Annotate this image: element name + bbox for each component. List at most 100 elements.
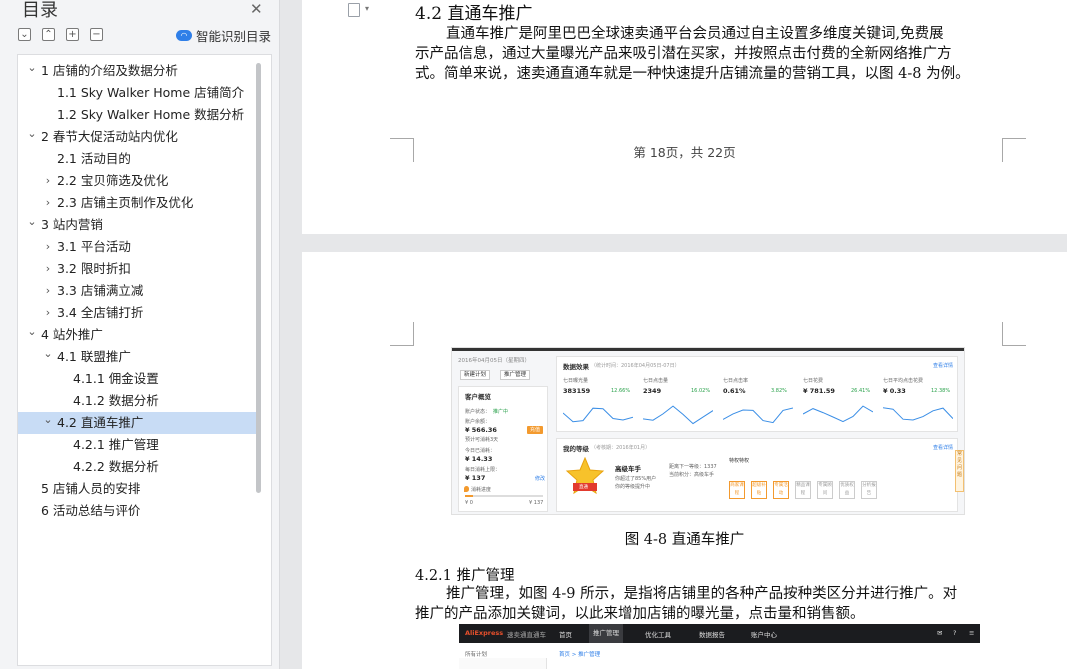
toc-item[interactable]: ⌄ 3 站内营销	[18, 214, 258, 236]
toc-item-label: 4.2.1 推广管理	[73, 437, 159, 452]
chevron-down-icon[interactable]: ⌄	[26, 211, 38, 233]
toc-item[interactable]: 2.1 活动目的	[18, 148, 258, 170]
balance-label: 账户余额：	[465, 419, 491, 425]
toc-item[interactable]: ⌄ 4.1 联盟推广	[18, 346, 258, 368]
bell-icon: ✉	[937, 629, 943, 637]
metric-label: 七日曝光量	[563, 378, 589, 384]
toc-item[interactable]: › 3.4 全店铺打折	[18, 302, 258, 324]
chevron-right-icon[interactable]: ›	[42, 258, 54, 280]
page-18: ▾ 4.2 直通车推广 直通车推广是阿里巴巴全球速卖通平台会员通过自主设置多维度…	[302, 0, 1067, 234]
metric-value: ¥ 781.59	[803, 387, 835, 395]
faq-side-tab: 常见问题	[955, 450, 964, 492]
grade-note: （考核期：2016年01月）	[591, 445, 651, 451]
chevron-right-icon[interactable]: ›	[42, 280, 54, 302]
toc-list: ⌄ 1 店铺的介绍及数据分析 1.1 Sky Walker Home 店铺简介 1.2…	[18, 60, 258, 522]
edit-link: 修改	[535, 476, 546, 482]
limit-max: ¥ 137	[529, 500, 544, 506]
chevron-down-icon[interactable]: ⌄	[42, 409, 54, 431]
metric-change: 12.38%	[931, 388, 951, 394]
metric-change: 12.66%	[611, 388, 631, 394]
help-icon: ?	[953, 629, 957, 637]
balance-value: ¥ 566.36	[465, 426, 497, 434]
toc-item-label: 2.2 宝贝筛选及优化	[57, 173, 169, 188]
toc-item[interactable]: 6 活动总结与评价	[18, 500, 258, 522]
side-label: 所有计划	[465, 652, 488, 658]
metric-value: 383159	[563, 387, 591, 395]
data-effect-card: 数据效果 （统计时间：2016年04月05日-07日） 查看详情 七日曝光量 38…	[556, 356, 958, 432]
toc-item[interactable]: 1.2 Sky Walker Home 数据分析	[18, 104, 258, 126]
chevron-down-icon[interactable]: ⌄	[42, 343, 54, 365]
add-heading-icon[interactable]: +	[66, 28, 79, 41]
nav-item: 数据报告	[699, 631, 725, 639]
toc-item-label: 5 店铺人员的安排	[41, 481, 141, 496]
dropdown-arrow-icon[interactable]: ▾	[365, 4, 369, 13]
balance-note: 预计可消耗3天	[465, 437, 499, 443]
data-note: （统计时间：2016年04月05日-07日）	[591, 363, 680, 369]
crop-mark	[1002, 322, 1026, 346]
limit-progress-track	[465, 495, 543, 497]
toc-item[interactable]: › 3.3 店铺满立减	[18, 280, 258, 302]
toc-item[interactable]: ⌄ 4 站外推广	[18, 324, 258, 346]
limit-progress-label: 消耗进度	[471, 487, 492, 493]
status-label: 账户状态：	[465, 409, 491, 415]
document-area: ▾ 4.2 直通车推广 直通车推广是阿里巴巴全球速卖通平台会员通过自主设置多维度…	[281, 0, 1067, 669]
remove-heading-icon[interactable]: −	[90, 28, 103, 41]
toc-item[interactable]: ⌄ 4.2 直通车推广	[18, 412, 258, 434]
grade-badge-text: 直通	[579, 485, 588, 490]
menu-icon: ≡	[969, 629, 975, 637]
chevron-down-icon[interactable]: ⌄	[26, 123, 38, 145]
nav-item: 优化工具	[645, 631, 671, 639]
chevron-down-icon[interactable]: ⌄	[26, 57, 38, 79]
breadcrumb: 首页 > 推广管理	[559, 652, 601, 658]
toc-item[interactable]: › 3.2 限时折扣	[18, 258, 258, 280]
privilege-badge: 精品课程	[795, 481, 811, 499]
sparkline	[643, 405, 713, 425]
sparkline	[723, 407, 793, 424]
account-column: 2016年04月05日（星期四） 新建计划 推广管理 客户概览 账户状态： 推广…	[458, 356, 548, 512]
today-cost-value: ¥ 14.33	[465, 455, 493, 463]
toc-item-label: 2.3 店铺主页制作及优化	[57, 195, 194, 210]
collapse-all-icon[interactable]: ⌄	[18, 28, 31, 41]
document-icon[interactable]	[348, 3, 360, 17]
toc-item[interactable]: 5 店铺人员的安排	[18, 478, 258, 500]
chevron-right-icon[interactable]: ›	[42, 192, 54, 214]
privilege-label: 特权特权	[729, 458, 750, 464]
toc-item[interactable]: 4.1.1 佣金设置	[18, 368, 258, 390]
chevron-right-icon[interactable]: ›	[42, 302, 54, 324]
toc-item[interactable]: ⌄ 1 店铺的介绍及数据分析	[18, 60, 258, 82]
toc-item[interactable]: › 2.3 店铺主页制作及优化	[18, 192, 258, 214]
privilege-badge: 专属活动	[773, 481, 789, 499]
limit-progress-fill	[465, 495, 473, 497]
metric-change: 26.41%	[851, 388, 871, 394]
toc-item[interactable]: ⌄ 2 春节大促活动站内优化	[18, 126, 258, 148]
toc-item[interactable]: 4.2.2 数据分析	[18, 456, 258, 478]
toc-item-label: 4.2.2 数据分析	[73, 459, 159, 474]
toc-item[interactable]: › 3.1 平台活动	[18, 236, 258, 258]
location-pin-icon	[464, 486, 469, 492]
toc-item[interactable]: 1.1 Sky Walker Home 店铺简介	[18, 82, 258, 104]
smart-toc-button[interactable]: ◠ 智能识别目录	[176, 26, 271, 45]
grade-name: 高级车手	[615, 465, 641, 473]
toc-item-label: 1.1 Sky Walker Home 店铺简介	[57, 85, 245, 100]
privilege-badge: 分析报告	[861, 481, 877, 499]
toc-item[interactable]: 4.1.2 数据分析	[18, 390, 258, 412]
privilege-badge: 优质权益	[839, 481, 855, 499]
metric-change: 16.02%	[691, 388, 711, 394]
figure-nav-bar: AliExpress 速卖通直通车 首页 推广管理 优化工具 数据报告 账户中心…	[459, 624, 980, 643]
expand-all-icon[interactable]: ⌃	[42, 28, 55, 41]
toc-item[interactable]: 4.2.1 推广管理	[18, 434, 258, 456]
chevron-down-icon[interactable]: ⌄	[26, 321, 38, 343]
metric-label: 七日点击率	[723, 378, 749, 384]
paragraph-line: 式。简单来说，速卖通直通车就是一种快速提升店铺流量的营销工具，以图 4-8 为例…	[415, 66, 970, 82]
chevron-right-icon[interactable]: ›	[42, 170, 54, 192]
toc-item[interactable]: › 2.2 宝贝筛选及优化	[18, 170, 258, 192]
toc-item-label: 4.1.2 数据分析	[73, 393, 159, 408]
side-panel	[459, 658, 547, 669]
chevron-right-icon[interactable]: ›	[42, 236, 54, 258]
grade-card: 我的等级 （考核期：2016年01月） 查看详情 直通 高级车手 你超过了85%…	[556, 438, 958, 512]
page-counter: 第 18页，共 22页	[633, 145, 736, 160]
toc-item-label: 3.2 限时折扣	[57, 261, 131, 276]
toc-scrollbar[interactable]	[256, 63, 261, 493]
status-value: 推广中	[493, 409, 509, 415]
close-icon[interactable]: ✕	[250, 0, 263, 18]
